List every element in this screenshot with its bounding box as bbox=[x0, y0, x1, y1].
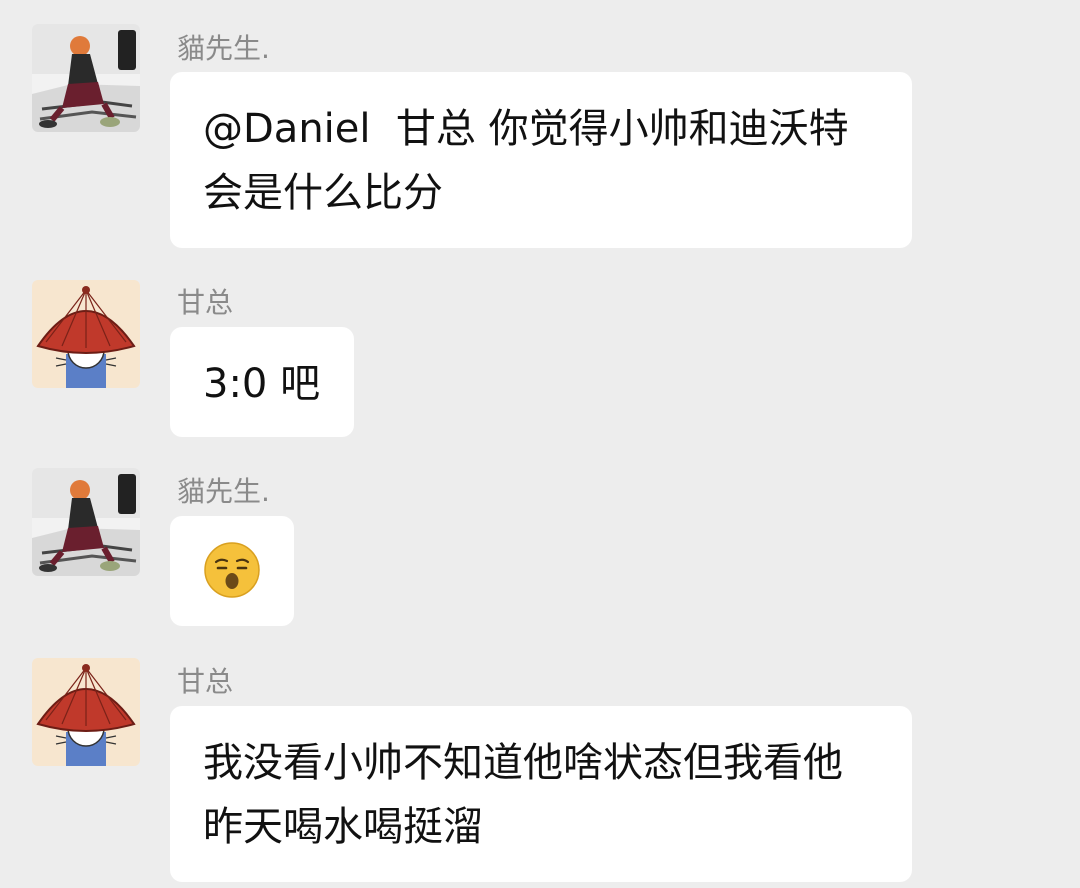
message-bubble[interactable] bbox=[170, 516, 294, 626]
message-bubble[interactable]: 3:0 吧 bbox=[170, 327, 354, 437]
avatar[interactable] bbox=[32, 468, 140, 576]
sender-name: 貓先生. bbox=[177, 475, 270, 508]
anime-character-avatar-icon bbox=[32, 468, 140, 576]
red-hat-cartoon-avatar-icon bbox=[32, 280, 140, 388]
avatar[interactable] bbox=[32, 658, 140, 766]
anime-character-avatar-icon bbox=[32, 24, 140, 132]
red-hat-cartoon-avatar-icon bbox=[32, 658, 140, 766]
message-text: 我没看小帅不知道他啥状态但我看他昨天喝水喝挺溜 bbox=[203, 740, 843, 850]
sleepy-face-emoji-icon bbox=[203, 541, 261, 599]
message-text: 3:0 吧 bbox=[203, 361, 321, 407]
sender-name: 甘总 bbox=[177, 665, 234, 698]
avatar[interactable] bbox=[32, 280, 140, 388]
message-bubble[interactable]: 我没看小帅不知道他啥状态但我看他昨天喝水喝挺溜 bbox=[170, 706, 912, 882]
avatar[interactable] bbox=[32, 24, 140, 132]
message-bubble[interactable]: @Daniel 甘总 你觉得小帅和迪沃特会是什么比分 bbox=[170, 72, 912, 248]
sender-name: 貓先生. bbox=[177, 32, 270, 65]
message-text: @Daniel 甘总 你觉得小帅和迪沃特会是什么比分 bbox=[203, 106, 849, 216]
sender-name: 甘总 bbox=[177, 286, 234, 319]
